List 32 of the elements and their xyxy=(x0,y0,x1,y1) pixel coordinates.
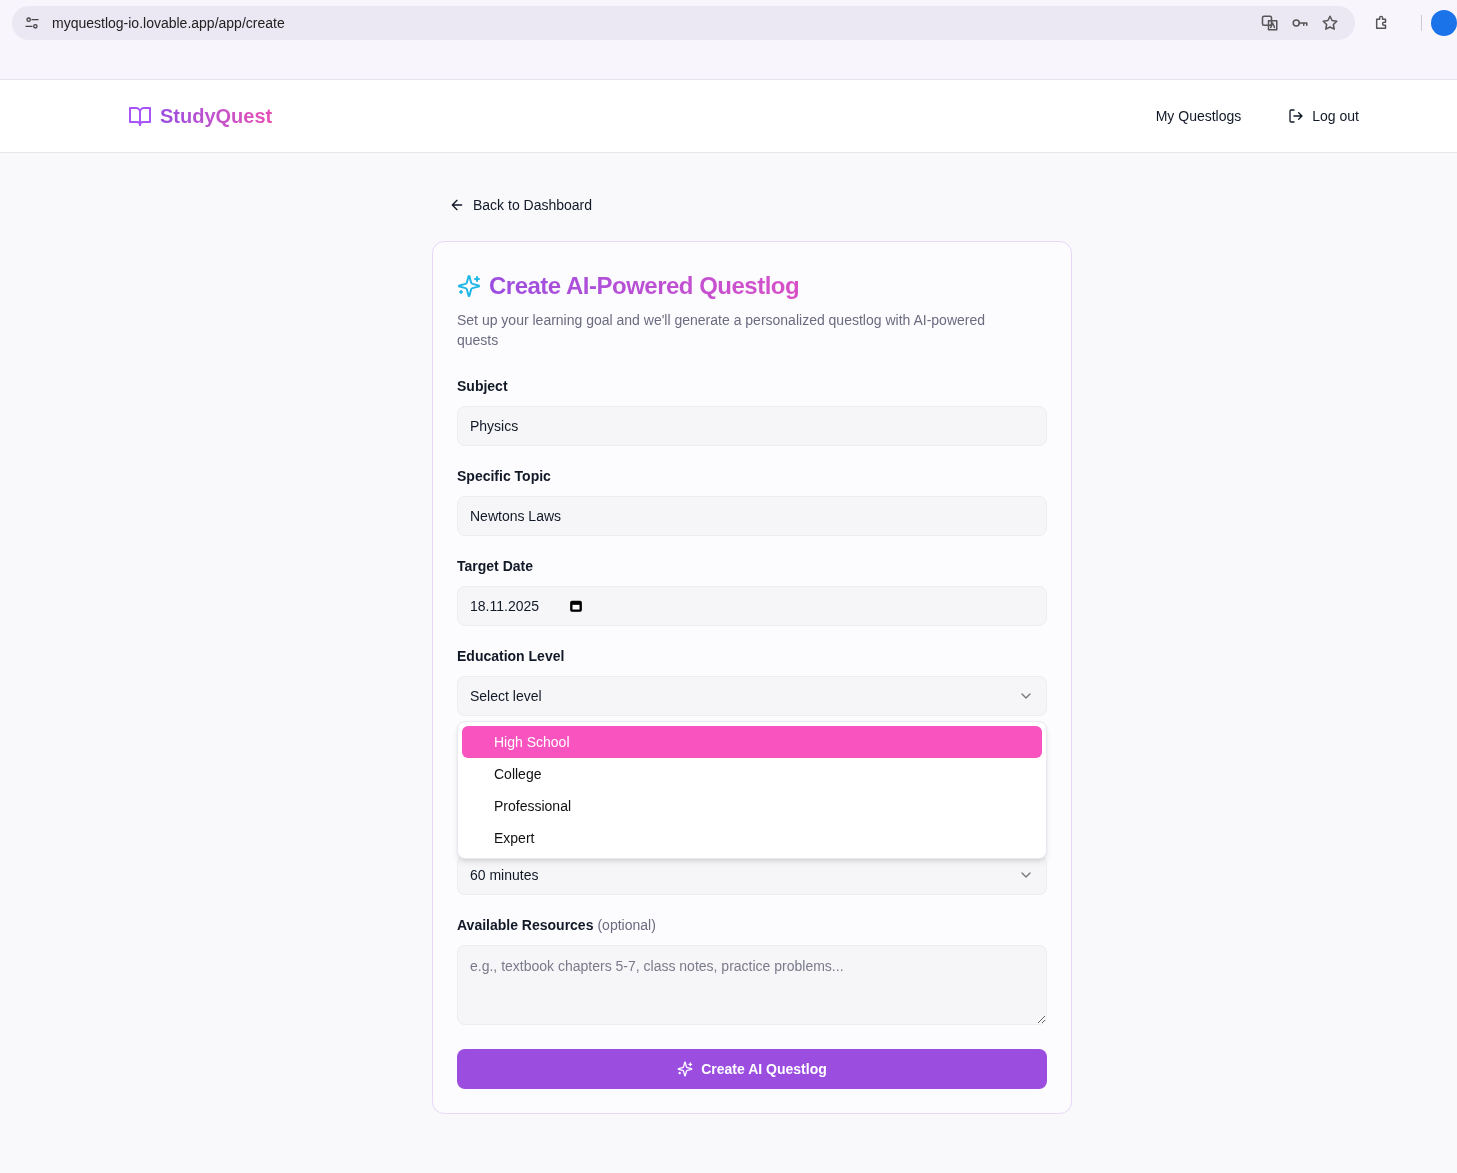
field-label: Education Level xyxy=(457,648,565,664)
resources-textarea[interactable]: e.g., textbook chapters 5-7, class notes, practice problems... xyxy=(457,945,1047,1025)
field-label: Target Date xyxy=(457,558,533,574)
create-questlog-button[interactable]: Create AI Questlog xyxy=(457,1049,1047,1089)
star-icon xyxy=(1320,14,1339,32)
sparkles-icon xyxy=(457,274,481,298)
optional-hint: (optional) xyxy=(597,917,656,933)
text-field[interactable]: Physics xyxy=(457,406,1047,446)
profile-avatar[interactable] xyxy=(1431,10,1457,36)
card-subtitle: Set up your learning goal and we'll generate a personalized questlog with AI-powered quests xyxy=(457,311,986,350)
dropdown-option[interactable]: Professional xyxy=(462,790,1042,822)
calendar-icon xyxy=(569,599,584,613)
back-link[interactable]: Back to Dashboard xyxy=(449,195,593,215)
translate-icon xyxy=(1260,14,1279,32)
text-field[interactable]: Newtons Laws xyxy=(457,496,1047,536)
logout-icon xyxy=(1288,108,1305,124)
sparkles-icon xyxy=(677,1061,694,1077)
nav-link[interactable]: My Questlogs xyxy=(1155,105,1242,127)
select-field[interactable]: Select level xyxy=(457,676,1047,716)
field-label: Specific Topic xyxy=(457,468,551,484)
select-field[interactable]: 60 minutes xyxy=(457,855,1047,895)
field-label: Subject xyxy=(457,378,508,394)
address-bar[interactable]: myquestlog-io.lovable.app/app/create xyxy=(12,6,1355,40)
arrow-left-icon xyxy=(449,197,465,213)
tune-icon xyxy=(24,15,40,31)
book-icon xyxy=(128,104,152,128)
url-text: myquestlog-io.lovable.app/app/create xyxy=(52,13,286,33)
field-label: Available Resources xyxy=(457,917,594,933)
logout-button[interactable]: Log out xyxy=(1288,105,1359,127)
dropdown-option[interactable]: College xyxy=(462,758,1042,790)
dropdown-option[interactable]: Expert xyxy=(462,822,1042,854)
date-field[interactable]: 18.11.2025 xyxy=(457,586,1047,626)
